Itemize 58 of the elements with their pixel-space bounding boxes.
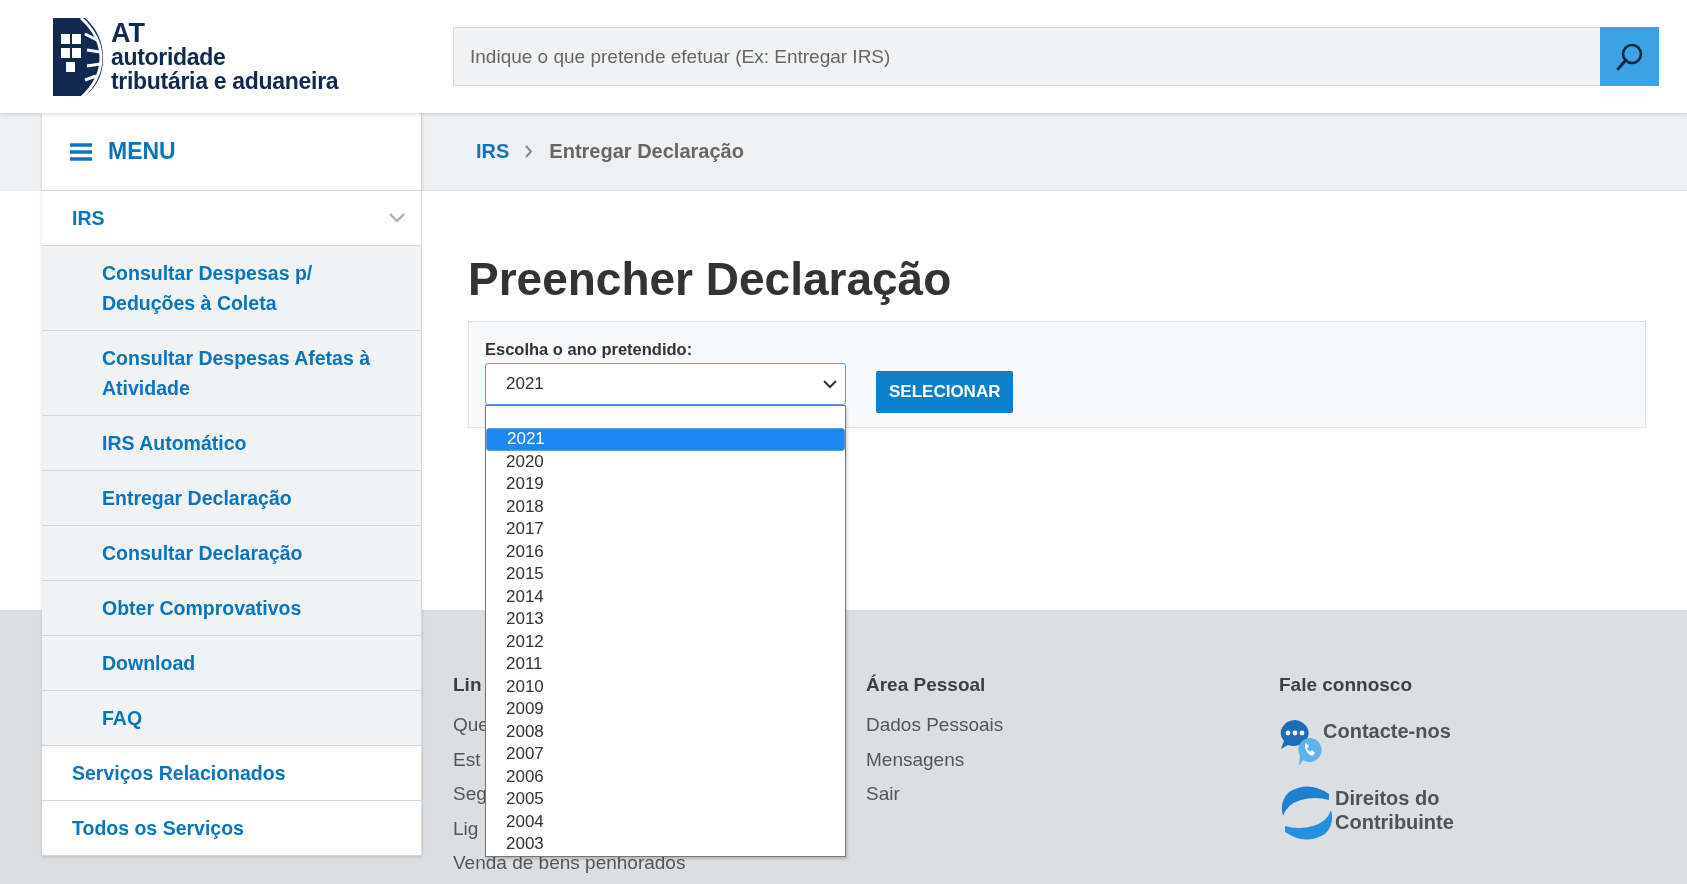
- page-title: Preencher Declaração: [468, 252, 953, 307]
- dropdown-option[interactable]: 2020: [486, 450, 845, 473]
- search-icon: [1614, 41, 1645, 72]
- dropdown-option[interactable]: 2013: [486, 608, 845, 631]
- chevron-right-icon: [525, 145, 534, 158]
- menu-icon: [70, 142, 92, 161]
- dropdown-option[interactable]: 2018: [486, 495, 845, 518]
- footer-link[interactable]: Mensagens: [866, 742, 965, 777]
- contact-link[interactable]: Direitos do Contribuinte: [1335, 786, 1475, 834]
- hands-icon: [1279, 784, 1335, 842]
- sidebar-subitem[interactable]: IRS Automático: [42, 416, 421, 471]
- dropdown-option[interactable]: 2004: [486, 810, 845, 833]
- contact-link[interactable]: Contacte-nos: [1323, 720, 1451, 743]
- footer-heading: Lin: [453, 673, 482, 697]
- footer-link[interactable]: Dados Pessoais: [866, 708, 1004, 743]
- chevron-down-icon: [823, 379, 837, 389]
- dropdown-option[interactable]: 2010: [486, 675, 845, 698]
- breadcrumb-current: Entregar Declaração: [549, 140, 744, 163]
- dropdown-option[interactable]: 2006: [486, 765, 845, 788]
- field-label: Escolha o ano pretendido:: [485, 340, 694, 359]
- chat-phone-icon: [1279, 718, 1323, 768]
- sidebar-subitem[interactable]: Download: [42, 636, 421, 691]
- logo-text: autoridade: [111, 44, 227, 69]
- select-button[interactable]: SELECIONAR: [876, 371, 1014, 413]
- dropdown-option[interactable]: 2016: [486, 540, 845, 563]
- search-button[interactable]: [1600, 27, 1659, 86]
- dropdown-option[interactable]: 2015: [486, 563, 845, 586]
- logo-text: tributária e aduaneira: [111, 68, 339, 93]
- sidebar-subitem[interactable]: Consultar Despesas Afetas à Atividade: [42, 331, 421, 416]
- search-field[interactable]: Indique o que pretende efetuar (Ex: Entregar IRS): [453, 27, 1600, 86]
- year-select[interactable]: 2021: [485, 363, 846, 405]
- sidebar-subitem[interactable]: Entregar Declaração: [42, 471, 421, 526]
- dropdown-option[interactable]: 2012: [486, 630, 845, 653]
- chevron-down-icon: [389, 213, 405, 223]
- sidebar-subitem[interactable]: Consultar Declaração: [42, 526, 421, 581]
- menu-button[interactable]: MENU: [42, 113, 421, 191]
- breadcrumb-link[interactable]: IRS: [476, 140, 510, 163]
- footer-link[interactable]: Lig: [453, 811, 479, 846]
- sidebar-subitem[interactable]: Consultar Despesas p/ Deduções à Coleta: [42, 246, 421, 331]
- dropdown-option[interactable]: 2021: [486, 428, 845, 451]
- footer-link[interactable]: Sair: [866, 777, 900, 812]
- dropdown-option[interactable]: 2008: [486, 720, 845, 743]
- footer-heading: Fale connosco: [1279, 673, 1413, 697]
- dropdown-option[interactable]: 2011: [486, 653, 845, 676]
- dropdown-option[interactable]: 2005: [486, 788, 845, 811]
- sidebar-subitem[interactable]: FAQ: [42, 691, 421, 746]
- footer-link[interactable]: Est: [453, 742, 481, 777]
- dropdown-option[interactable]: 2019: [486, 473, 845, 496]
- sidebar-item[interactable]: Todos os Serviços: [42, 801, 421, 856]
- sidebar-item[interactable]: Serviços Relacionados: [42, 746, 421, 801]
- footer-heading: Área Pessoal: [866, 673, 986, 697]
- sidebar-subitem[interactable]: Obter Comprovativos: [42, 581, 421, 636]
- dropdown-option[interactable]: 2014: [486, 585, 845, 608]
- dropdown-option[interactable]: 2007: [486, 743, 845, 766]
- logo-abbreviation: AT: [111, 20, 145, 45]
- dropdown-option[interactable]: 2009: [486, 698, 845, 721]
- dropdown-option[interactable]: 2017: [486, 518, 845, 541]
- dropdown-option[interactable]: 2003: [486, 833, 845, 856]
